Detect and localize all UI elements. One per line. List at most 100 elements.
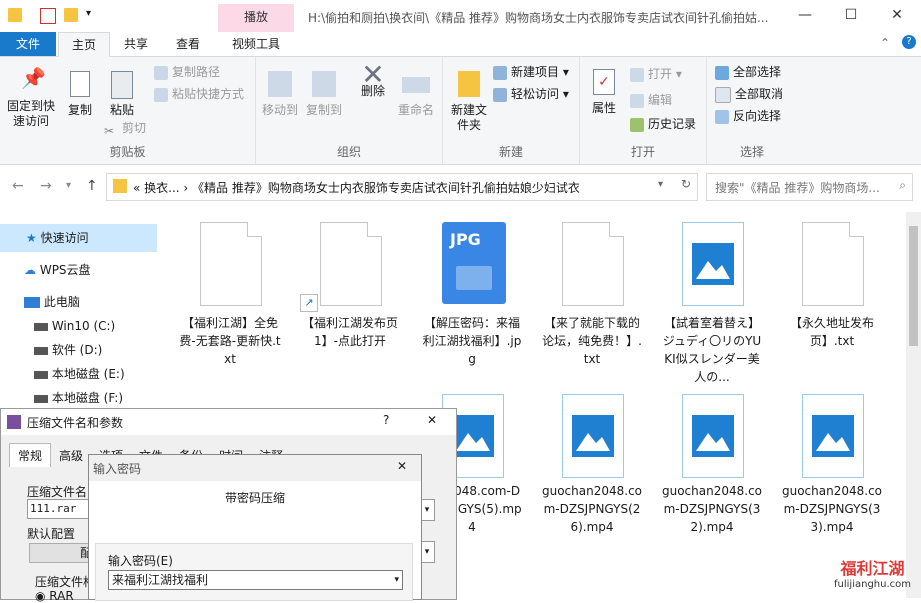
open-group-label: 打开	[630, 145, 655, 159]
drive-icon	[34, 370, 48, 379]
tab-general[interactable]: 常规	[9, 443, 52, 467]
file-item[interactable]: guochan2048.com-DZSJPNGYS(26).mp4	[540, 394, 644, 536]
nav-quick-access[interactable]: ★ 快速访问	[0, 224, 157, 252]
move-to-label: 移动到	[261, 103, 298, 117]
maximize-button[interactable]: ☐	[828, 0, 874, 32]
profile-button[interactable]: 配	[29, 543, 93, 563]
file-name: 【解压密码：来福利江湖找福利】.jpg	[422, 316, 522, 366]
select-none-icon	[715, 86, 731, 103]
vertical-scrollbar[interactable]	[906, 212, 921, 598]
tab-view[interactable]: 查看	[164, 32, 212, 56]
invert-selection-label: 反向选择	[733, 109, 782, 123]
address-dropdown-icon[interactable]: ▾	[658, 179, 663, 190]
file-item[interactable]: ↗ 【福利江湖发布页1】-点此打开	[298, 222, 402, 350]
file-name: guochan2048.com-DZSJPNGYS(26).mp4	[541, 484, 643, 534]
paste-shortcut-button[interactable]: 粘贴快捷方式	[154, 85, 244, 103]
file-item[interactable]: guochan2048.com-DZSJPNGYS(32).mp4	[660, 394, 764, 536]
paste-button[interactable]: 粘贴	[104, 71, 140, 118]
password-dialog: 输入密码 ✕ 带密码压缩 输入密码(E) 来福利江湖找福利 ▾	[88, 454, 422, 601]
address-bar[interactable]: « 换衣... › 《精品 推荐》购物商场女士内衣服饰专卖店试衣间针孔偷拍姑娘少…	[106, 173, 698, 201]
format-rar-radio[interactable]: ◉ RAR	[35, 589, 74, 603]
rename-button[interactable]: 重命名	[396, 71, 436, 118]
password-field-group: 输入密码(E) 来福利江湖找福利 ▾	[95, 543, 413, 601]
minimize-button[interactable]: —	[782, 0, 828, 32]
file-item[interactable]: JPG 【解压密码：来福利江湖找福利】.jpg	[420, 222, 524, 368]
customize-quick-access-icon[interactable]: ▾	[86, 8, 91, 19]
copy-to-button[interactable]: 复制到	[304, 71, 344, 118]
tab-advanced[interactable]: 高级	[51, 444, 91, 467]
recent-chevron-icon[interactable]: ▾	[66, 180, 71, 191]
file-item[interactable]: guochan2048.com-DZSJPNGYS(33).mp4	[780, 394, 884, 536]
pin-icon: 📌	[21, 66, 46, 90]
new-folder-button[interactable]: 新建文件夹	[447, 71, 491, 133]
file-item[interactable]: 【永久地址发布页】.txt	[780, 222, 884, 350]
collapse-ribbon-icon[interactable]: ⌃	[880, 36, 890, 50]
breadcrumb-item[interactable]: 换衣...	[144, 181, 179, 195]
watermark-text: 福利江湖	[840, 559, 905, 578]
password-dropdown-icon[interactable]: ▾	[394, 571, 399, 589]
organize-group-label: 组织	[336, 145, 361, 159]
properties-button[interactable]: ✓ 属性	[586, 69, 622, 116]
group-new: 新建文件夹 新建项目 ▾ 轻松访问 ▾ 新建	[443, 57, 580, 164]
up-arrow-icon[interactable]: ↑	[86, 178, 98, 194]
nav-wps-cloud[interactable]: ☁ WPS云盘	[0, 256, 157, 284]
help-icon[interactable]: ?	[902, 35, 916, 49]
password-dialog-close-button[interactable]: ✕	[397, 459, 407, 473]
tab-file[interactable]: 文件	[0, 32, 56, 56]
password-value: 来福利江湖找福利	[112, 573, 209, 587]
password-input[interactable]: 来福利江湖找福利 ▾	[108, 570, 403, 590]
invert-selection-icon	[715, 109, 729, 124]
open-button[interactable]: 打开 ▾	[630, 65, 682, 83]
copy-path-button[interactable]: 复制路径	[154, 63, 220, 81]
breadcrumb-current[interactable]: 《精品 推荐》购物商场女士内衣服饰专卖店试衣间针孔偷拍姑娘少妇试衣	[192, 181, 580, 195]
file-item[interactable]: 【来了就能下载的论坛，纯免费！】.txt	[540, 222, 644, 368]
tab-video-tools[interactable]: 视频工具	[218, 32, 294, 56]
copy-button[interactable]: 复制	[62, 71, 98, 118]
nav-quick-access-label: 快速访问	[40, 231, 89, 245]
forward-arrow-icon[interactable]: →	[40, 178, 52, 194]
archive-name-input[interactable]: 111.rar	[27, 499, 93, 519]
open-icon	[630, 67, 644, 82]
drive-icon	[34, 346, 48, 355]
edit-button[interactable]: 编辑	[630, 91, 672, 109]
back-arrow-icon[interactable]: ←	[12, 178, 24, 194]
file-name: guochan2048.com-DZSJPNGYS(33).mp4	[781, 484, 883, 534]
archive-format-label: 压缩文件格	[35, 575, 96, 589]
paste-icon	[111, 71, 133, 99]
invert-selection-button[interactable]: 反向选择	[715, 107, 781, 125]
close-button[interactable]: ✕	[874, 0, 920, 32]
move-to-button[interactable]: 移动到	[260, 71, 300, 118]
easy-access-button[interactable]: 轻松访问 ▾	[493, 85, 569, 103]
easy-access-label: 轻松访问	[511, 87, 560, 101]
breadcrumb: « 换衣... › 《精品 推荐》购物商场女士内衣服饰专卖店试衣间针孔偷拍姑娘少…	[133, 181, 580, 195]
dialog-close-button[interactable]: ✕	[427, 413, 437, 427]
rename-icon	[402, 77, 430, 93]
new-folder-quick-icon[interactable]	[64, 8, 78, 22]
search-box[interactable]: 搜索"《精品 推荐》购物商场... ⌕	[706, 173, 913, 201]
refresh-icon[interactable]: ↻	[681, 177, 691, 191]
password-dialog-titlebar: 输入密码 ✕	[89, 455, 421, 481]
ribbon: 📌 固定到快速访问 复制 粘贴 复制路径 粘贴快捷方式 ✂ 剪切 剪贴板 移动到 …	[0, 57, 921, 165]
history-button[interactable]: 历史记录	[630, 115, 696, 133]
dialog-help-button[interactable]: ?	[383, 413, 389, 427]
select-none-label: 全部取消	[735, 87, 784, 101]
file-item[interactable]: 【試着室着替え】ジュディ〇リのYUKI似スレンダー美人の...	[660, 222, 764, 386]
cloud-icon: ☁	[24, 263, 36, 277]
new-item-button[interactable]: 新建项目 ▾	[493, 63, 569, 81]
select-none-button[interactable]: 全部取消	[715, 85, 783, 103]
pin-quick-access-button[interactable]: 📌 固定到快速访问	[4, 66, 58, 129]
tab-share[interactable]: 共享	[112, 32, 160, 56]
select-all-button[interactable]: 全部选择	[715, 63, 781, 81]
file-item[interactable]: 【福利江湖】全免费-无套路-更新快.txt	[178, 222, 282, 368]
tab-home[interactable]: 主页	[58, 32, 110, 57]
paste-label: 粘贴	[109, 103, 134, 117]
search-input[interactable]: 搜索"《精品 推荐》购物商场...	[715, 179, 890, 196]
tab-play-context[interactable]: 播放	[218, 4, 294, 32]
select-all-icon	[715, 65, 729, 80]
password-field-label: 输入密码(E)	[108, 554, 173, 568]
properties-quick-icon[interactable]	[40, 8, 56, 24]
delete-button[interactable]: ✕ 删除	[356, 61, 390, 99]
move-to-icon	[268, 71, 292, 97]
scrollbar-thumb[interactable]	[909, 226, 918, 346]
cut-button[interactable]: ✂ 剪切	[104, 119, 146, 138]
